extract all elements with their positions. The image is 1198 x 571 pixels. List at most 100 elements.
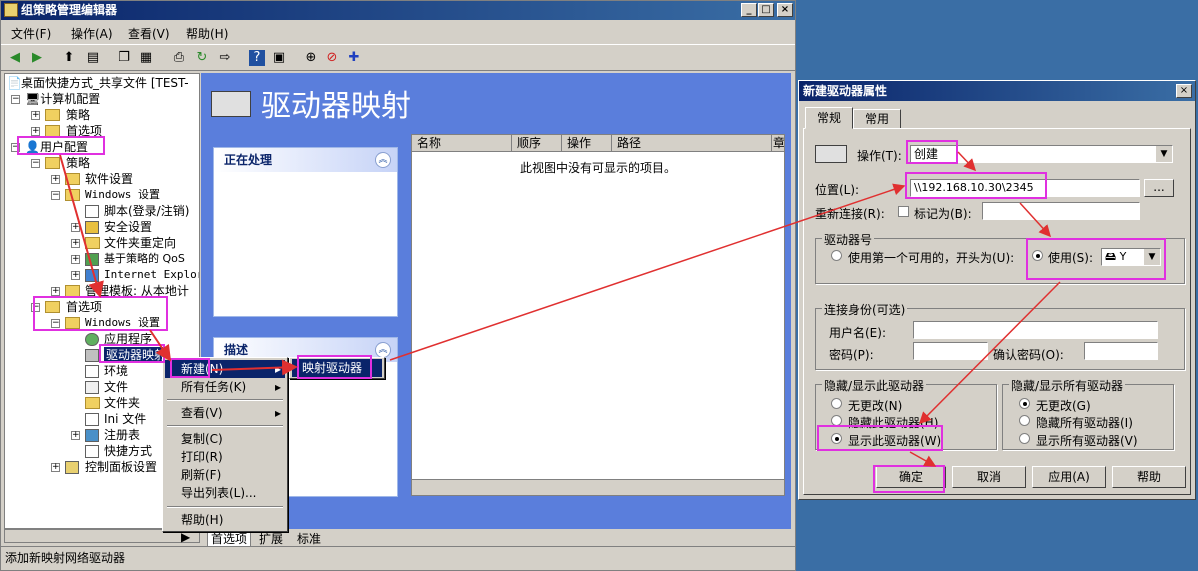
collapse-icon[interactable]: − <box>11 95 20 104</box>
minimize-button[interactable]: _ <box>741 3 757 17</box>
ctx-all-tasks[interactable]: 所有任务(K) ▸ <box>165 378 285 396</box>
chart-icon <box>85 253 99 266</box>
ctx-refresh[interactable]: 刷新(F) <box>165 466 285 484</box>
tab-general[interactable]: 常规 <box>805 107 853 129</box>
tree-security-settings[interactable]: 安全设置 <box>104 219 152 235</box>
menu-separator <box>167 506 283 508</box>
no-change-radio[interactable] <box>831 398 842 409</box>
password-input[interactable] <box>913 342 988 360</box>
gp-editor-window: 组策略管理编辑器 _ □ × 文件(F) 操作(A) 查看(V) 帮助(H) ◀… <box>0 0 796 571</box>
up-icon[interactable]: ⬆ <box>61 50 77 66</box>
menu-action[interactable]: 操作(A) <box>71 25 113 42</box>
expand-icon[interactable]: + <box>71 431 80 440</box>
collapse-chevron-icon[interactable]: ︽ <box>375 342 391 358</box>
close-button[interactable]: × <box>777 3 793 17</box>
tree-uc-policies[interactable]: 策略 <box>66 155 90 171</box>
tree-shortcuts[interactable]: 快捷方式 <box>104 443 152 459</box>
cancel-button[interactable]: 取消 <box>952 466 1026 488</box>
tree-files[interactable]: 文件 <box>104 379 128 395</box>
tree-computer-config[interactable]: 🖥计算机配置 <box>25 91 100 107</box>
copy-icon[interactable]: ❐ <box>116 50 132 66</box>
paste-icon[interactable]: ▦ <box>138 50 154 66</box>
tree-control-panel[interactable]: 控制面板设置 <box>85 459 157 475</box>
tree-policy-qos[interactable]: 基于策略的 QoS <box>104 251 185 267</box>
tree-software-settings[interactable]: 软件设置 <box>85 171 133 187</box>
expand-icon[interactable]: + <box>51 463 60 472</box>
browse-button[interactable]: ... <box>1144 179 1174 197</box>
tree-registry[interactable]: 注册表 <box>104 427 140 443</box>
tree-environment[interactable]: 环境 <box>104 363 128 379</box>
help-icon[interactable]: ? <box>249 50 265 66</box>
hide-all-radio[interactable] <box>1019 415 1030 426</box>
action-label: 操作(T): <box>857 149 902 163</box>
apply-button[interactable]: 应用(A) <box>1032 466 1106 488</box>
maximize-button[interactable]: □ <box>758 3 774 17</box>
expand-icon[interactable]: + <box>31 127 40 136</box>
menu-file[interactable]: 文件(F) <box>11 25 51 42</box>
tree-folder-redirection[interactable]: 文件夹重定向 <box>104 235 176 251</box>
tree-ie[interactable]: Internet Explor <box>104 267 199 283</box>
help-button[interactable]: 帮助 <box>1112 466 1186 488</box>
expand-icon[interactable]: + <box>71 239 80 248</box>
expand-icon[interactable]: + <box>31 111 40 120</box>
new-item-icon[interactable]: ⊕ <box>303 50 319 66</box>
use-first-radio[interactable] <box>831 250 842 261</box>
tab-standard[interactable]: 标准 <box>297 530 321 547</box>
tree-windows-settings[interactable]: Windows 设置 <box>85 187 160 203</box>
show-tree-icon[interactable]: ▤ <box>85 50 101 66</box>
collapse-icon[interactable]: − <box>31 159 40 168</box>
items-list[interactable]: 名称 顺序 操作 路径 章 此视图中没有可显示的项目。 <box>411 134 785 496</box>
expand-icon[interactable]: + <box>71 255 80 264</box>
expand-icon[interactable]: + <box>71 271 80 280</box>
ctx-view[interactable]: 查看(V) ▸ <box>165 404 285 422</box>
expand-icon[interactable]: + <box>71 223 80 232</box>
label-as-input[interactable] <box>982 202 1140 220</box>
ctx-export[interactable]: 导出列表(L)... <box>165 484 285 502</box>
add-icon[interactable]: ✚ <box>346 50 362 66</box>
collapse-chevron-icon[interactable]: ︽ <box>375 152 391 168</box>
refresh-icon[interactable]: ↻ <box>194 50 210 66</box>
context-menu: 新建(N) ▸ 所有任务(K) ▸ 查看(V) ▸ 复制(C) 打印(R) 刷新(F)… <box>162 357 288 532</box>
drive-icon <box>85 349 99 362</box>
col-name[interactable]: 名称 <box>412 135 512 152</box>
username-input[interactable] <box>913 321 1158 339</box>
col-more[interactable]: 章 <box>772 135 785 152</box>
menu-view[interactable]: 查看(V) <box>128 25 170 42</box>
tree-root[interactable]: 📄桌面快捷方式_共享文件 [TEST- <box>7 75 189 91</box>
collapse-icon[interactable]: − <box>51 191 60 200</box>
ctx-print[interactable]: 打印(R) <box>165 448 285 466</box>
show-all-radio[interactable] <box>1019 433 1030 444</box>
tab-extended[interactable]: 扩展 <box>259 530 283 547</box>
show-all-label: 显示所有驱动器(V) <box>1036 434 1138 448</box>
username-label: 用户名(E): <box>829 326 886 340</box>
col-path[interactable]: 路径 <box>612 135 772 152</box>
expand-icon[interactable]: + <box>51 287 60 296</box>
no-change-all-radio[interactable] <box>1019 398 1030 409</box>
menu-help[interactable]: 帮助(H) <box>186 25 228 42</box>
status-bar: 添加新映射网络驱动器 <box>1 546 795 570</box>
expand-icon[interactable]: + <box>51 175 60 184</box>
tab-common[interactable]: 常用 <box>853 109 901 129</box>
tree-folders[interactable]: 文件夹 <box>104 395 140 411</box>
stop-icon[interactable]: ⊘ <box>324 50 340 66</box>
tree-scripts[interactable]: 脚本(登录/注销) <box>104 203 189 219</box>
tree-ini-files[interactable]: Ini 文件 <box>104 411 146 427</box>
forward-icon[interactable]: ▶ <box>29 50 45 66</box>
tab-scroll-icon[interactable]: ▶ <box>181 530 190 544</box>
tree-cc-policies[interactable]: 策略 <box>66 107 90 123</box>
confirm-password-input[interactable] <box>1084 342 1158 360</box>
dropdown-arrow-icon[interactable]: ▼ <box>1156 146 1172 162</box>
list-horizontal-scrollbar[interactable] <box>412 479 784 495</box>
col-action[interactable]: 操作 <box>562 135 612 152</box>
ctx-help[interactable]: 帮助(H) <box>165 511 285 529</box>
confirm-password-label: 确认密码(O): <box>993 348 1064 362</box>
reconnect-checkbox[interactable] <box>898 206 909 217</box>
print-icon[interactable]: ⎙ <box>171 50 187 66</box>
hide-all-label: 隐藏所有驱动器(I) <box>1036 416 1133 430</box>
back-icon[interactable]: ◀ <box>7 50 23 66</box>
export-icon[interactable]: ⇨ <box>217 50 233 66</box>
ctx-copy[interactable]: 复制(C) <box>165 430 285 448</box>
dialog-close-button[interactable]: × <box>1176 84 1192 98</box>
col-order[interactable]: 顺序 <box>512 135 562 152</box>
properties-icon[interactable]: ▣ <box>271 50 287 66</box>
